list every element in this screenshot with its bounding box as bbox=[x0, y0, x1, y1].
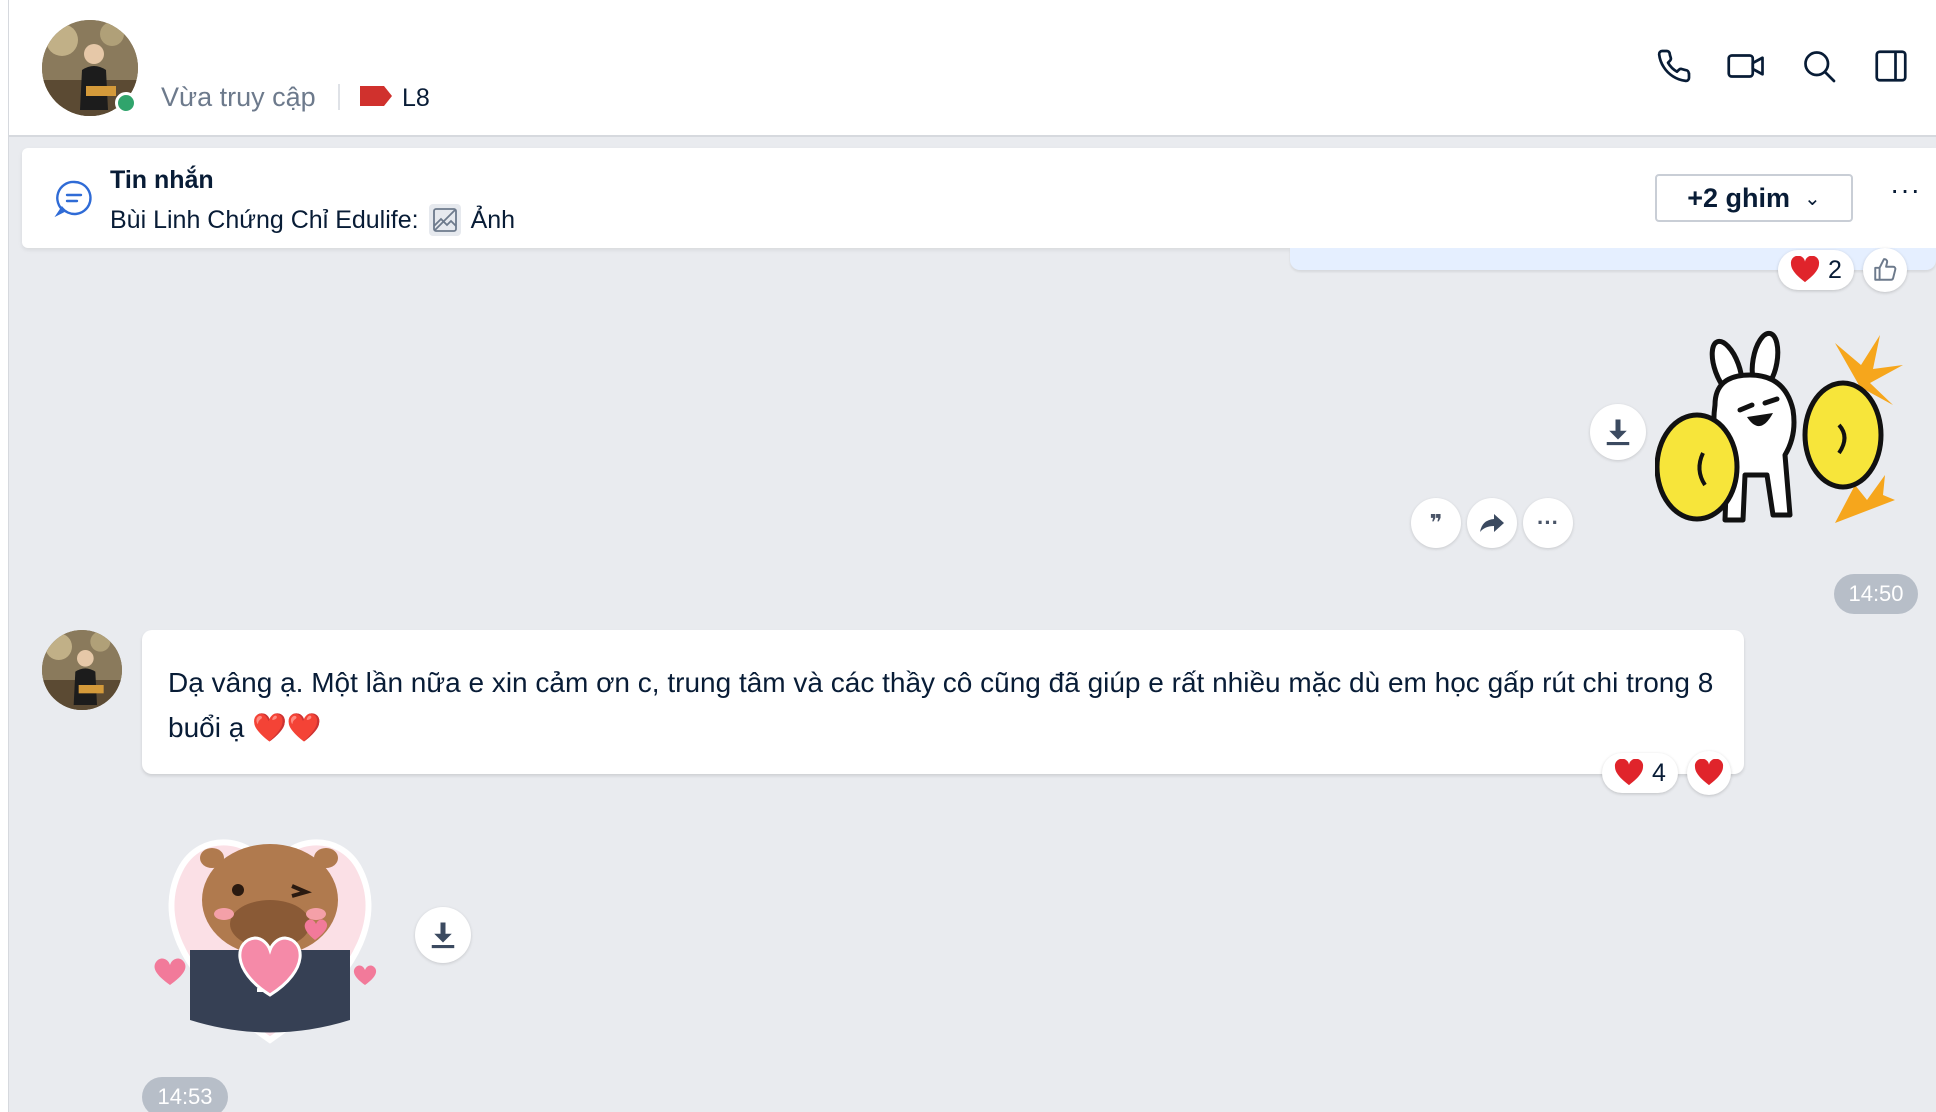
call-button[interactable] bbox=[1652, 44, 1696, 88]
like-reaction-button[interactable] bbox=[1863, 248, 1907, 292]
header-divider bbox=[338, 84, 340, 110]
left-panel-edge bbox=[0, 0, 9, 1112]
quote-reply-button[interactable]: ❞ bbox=[1411, 498, 1461, 548]
sender-avatar[interactable] bbox=[42, 630, 122, 710]
pinned-more-button[interactable]: ··· bbox=[1890, 174, 1921, 206]
text-message-bubble[interactable]: Dạ vâng ạ. Một lần nữa e xin cảm ơn c, t… bbox=[142, 630, 1744, 774]
image-icon bbox=[428, 204, 461, 236]
heart-icon bbox=[1694, 759, 1724, 786]
chat-header: Vừa truy cập L8 bbox=[9, 0, 1936, 137]
reaction-count: 4 bbox=[1652, 758, 1666, 787]
thumbs-up-icon bbox=[1874, 258, 1897, 281]
pinned-title: Tin nhắn bbox=[110, 166, 214, 194]
forward-button[interactable] bbox=[1467, 498, 1517, 548]
pinned-content: Ảnh bbox=[470, 205, 516, 234]
message-time: 14:53 bbox=[142, 1077, 228, 1112]
chat-bubble-icon bbox=[54, 180, 92, 218]
reaction-count: 2 bbox=[1828, 255, 1842, 284]
phone-icon bbox=[1657, 49, 1691, 83]
pinned-message-bar[interactable]: Tin nhắn Bùi Linh Chứng Chỉ Edulife: Ảnh… bbox=[22, 148, 1936, 248]
chevron-down-icon: ⌄ bbox=[1804, 187, 1821, 210]
pinned-preview: Bùi Linh Chứng Chỉ Edulife: Ảnh bbox=[110, 204, 515, 236]
video-call-button[interactable] bbox=[1724, 44, 1768, 88]
more-icon: ··· bbox=[1537, 510, 1559, 535]
reaction-summary[interactable]: 2 bbox=[1778, 250, 1854, 290]
heart-reaction-button[interactable] bbox=[1687, 751, 1731, 795]
heart-icon bbox=[1615, 759, 1644, 786]
quote-icon: ❞ bbox=[1429, 510, 1443, 535]
download-icon bbox=[431, 922, 455, 949]
download-sticker-button[interactable] bbox=[415, 907, 471, 963]
label-tag-text[interactable]: L8 bbox=[402, 84, 430, 113]
forward-icon bbox=[1480, 514, 1504, 532]
search-icon bbox=[1804, 51, 1836, 83]
pinned-sender: Bùi Linh Chứng Chỉ Edulife: bbox=[110, 205, 419, 234]
capybara-heart-sticker[interactable]: Z bbox=[150, 820, 390, 1050]
bunny-cymbal-sticker[interactable] bbox=[1655, 325, 1910, 540]
download-sticker-button[interactable] bbox=[1590, 404, 1646, 460]
video-icon bbox=[1727, 54, 1764, 78]
message-time: 14:50 bbox=[1834, 574, 1918, 614]
pinned-count-dropdown[interactable]: +2 ghim ⌄ bbox=[1655, 174, 1853, 222]
sidebar-toggle-icon bbox=[1875, 50, 1907, 82]
message-more-button[interactable]: ··· bbox=[1523, 498, 1573, 548]
online-status-dot bbox=[115, 92, 137, 114]
label-tag-icon[interactable] bbox=[358, 84, 394, 108]
last-active-status: Vừa truy cập bbox=[161, 82, 316, 112]
search-button[interactable] bbox=[1797, 44, 1841, 88]
download-icon bbox=[1606, 419, 1630, 446]
message-text: Dạ vâng ạ. Một lần nữa e xin cảm ơn c, t… bbox=[168, 667, 1714, 743]
heart-icon bbox=[1791, 256, 1820, 283]
sidebar-toggle-button[interactable] bbox=[1869, 44, 1913, 88]
pinned-count-label: +2 ghim bbox=[1687, 182, 1790, 213]
reaction-summary[interactable]: 4 bbox=[1602, 753, 1678, 793]
